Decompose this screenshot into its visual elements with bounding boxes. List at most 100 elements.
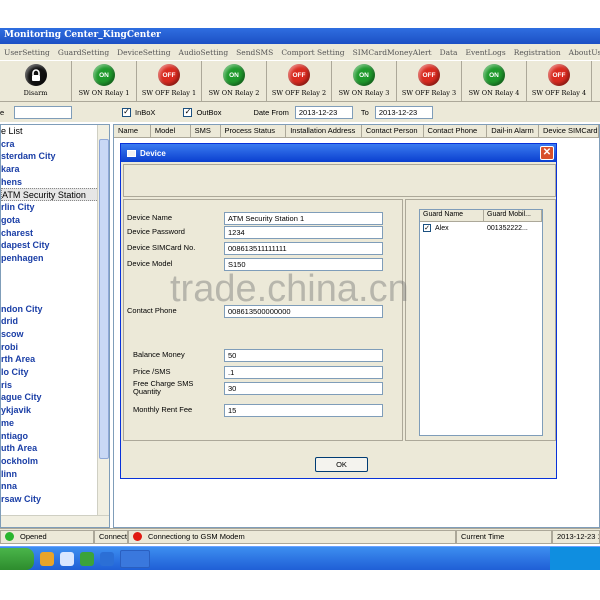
filter-prefix: e	[0, 107, 5, 117]
menu-item-5[interactable]: Comport Setting	[277, 48, 348, 57]
quicklaunch-icon-3[interactable]	[80, 551, 94, 566]
tree-horizontal-scrollbar[interactable]	[1, 515, 109, 527]
toolbar-button-2[interactable]: OFF SW OFF Relay 1	[137, 61, 202, 101]
tree-item[interactable]: sterdam City	[1, 150, 109, 163]
start-button[interactable]	[0, 547, 34, 570]
tree-item[interactable]: ndon City	[1, 303, 109, 316]
menu-item-4[interactable]: SendSMS	[232, 48, 277, 57]
field-label: Device Password	[127, 227, 185, 236]
guard-list: Guard Name Guard Mobil... ✓ Alex 0013522…	[419, 209, 543, 436]
grid-column-header[interactable]: Model	[151, 125, 191, 137]
tree-item[interactable]: nna	[1, 480, 109, 493]
grid-column-header[interactable]: SMS	[191, 125, 221, 137]
tree-item[interactable]	[1, 290, 109, 303]
field-label: Device Name	[127, 213, 173, 222]
tree-vertical-scrollbar[interactable]	[97, 125, 109, 527]
menu-item-9[interactable]: Registration	[510, 48, 565, 57]
quicklaunch-icon-1[interactable]	[40, 551, 54, 566]
status-opened-text: Opened	[20, 532, 47, 541]
taskbar-button[interactable]	[120, 549, 150, 568]
guard-name-column[interactable]: Guard Name	[420, 210, 484, 221]
grid-column-header[interactable]: Contact Person	[362, 125, 424, 137]
grid-column-header[interactable]: Dail-in Alarm	[487, 125, 539, 137]
tree-item[interactable]: linn	[1, 468, 109, 481]
tree-item[interactable]	[1, 277, 109, 290]
field-label: Balance Money	[133, 350, 185, 359]
field-input[interactable]: 15	[224, 404, 383, 417]
status-modem-text: Connectiong to GSM Modem	[148, 532, 245, 541]
tree-item[interactable]: ris	[1, 379, 109, 392]
tree-item[interactable]: uth Area	[1, 442, 109, 455]
grid-column-header[interactable]: Device SIMCard	[539, 125, 599, 137]
tree-item[interactable]: ockholm	[1, 455, 109, 468]
tree-item[interactable]: charest	[1, 227, 109, 240]
toolbar-button-6[interactable]: OFF SW OFF Relay 3	[397, 61, 462, 101]
status-modem: Connectiong to GSM Modem	[128, 529, 456, 544]
date-to-input[interactable]: 2013-12-23	[374, 105, 433, 119]
toolbar-button-8[interactable]: OFF SW OFF Relay 4	[527, 61, 592, 101]
tree-item[interactable]: ATM Security Station	[1, 188, 109, 202]
quicklaunch-icon-2[interactable]	[60, 551, 74, 566]
toolbar: Disarm ON SW ON Relay 1 OFF SW OFF Relay 1 ON…	[0, 60, 600, 102]
quicklaunch-icon-4[interactable]	[100, 551, 114, 566]
grid-column-header[interactable]: Process Status	[221, 125, 287, 137]
menu-item-1[interactable]: GuardSetting	[54, 48, 113, 57]
tree-item[interactable]: ntiago	[1, 430, 109, 443]
menu-item-6[interactable]: SIMCardMoneyAlert	[349, 48, 436, 57]
close-icon[interactable]: ✕	[540, 146, 554, 160]
toolbar-button-7[interactable]: ON SW ON Relay 4	[462, 61, 527, 101]
menu-item-0[interactable]: UserSetting	[0, 48, 54, 57]
tree-item[interactable]	[1, 265, 109, 278]
grid-column-header[interactable]: Contact Phone	[424, 125, 488, 137]
guard-mobile: 001352222...	[487, 224, 528, 232]
menu-item-10[interactable]: AboutUs	[565, 48, 600, 57]
tree-item[interactable]: ykjavik	[1, 404, 109, 417]
grid-column-header[interactable]: Name	[114, 125, 151, 137]
menu-item-2[interactable]: DeviceSetting	[113, 48, 174, 57]
filter-input[interactable]	[14, 105, 72, 119]
toolbar-button-5[interactable]: ON SW ON Relay 3	[332, 61, 397, 101]
field-input[interactable]: ATM Security Station 1	[224, 212, 383, 225]
toolbar-label-8: SW OFF Relay 4	[531, 89, 587, 97]
field-input[interactable]: 50	[224, 349, 383, 362]
guard-row[interactable]: ✓ Alex 001352222...	[420, 222, 542, 234]
guard-mobile-column[interactable]: Guard Mobil...	[484, 210, 542, 221]
grid-column-header[interactable]: Installation Address	[286, 125, 362, 137]
menu-item-8[interactable]: EventLogs	[462, 48, 510, 57]
system-tray[interactable]	[550, 546, 600, 571]
tree-item[interactable]: rth Area	[1, 353, 109, 366]
tree-item[interactable]: rsaw City	[1, 493, 109, 506]
tree-item[interactable]: me	[1, 417, 109, 430]
outbox-label: OutBox	[196, 107, 222, 117]
tree-item[interactable]: lo City	[1, 366, 109, 379]
menu-item-3[interactable]: AudioSetting	[175, 48, 233, 57]
tree-header: e List	[1, 126, 23, 136]
tree-item[interactable]: cra	[1, 138, 109, 151]
field-input[interactable]: .1	[224, 366, 383, 379]
tree-item[interactable]: hens	[1, 176, 109, 189]
toolbar-button-4[interactable]: OFF SW OFF Relay 2	[267, 61, 332, 101]
date-from-input[interactable]: 2013-12-23	[294, 105, 353, 119]
menu-item-7[interactable]: Data	[436, 48, 462, 57]
tree-item[interactable]: penhagen	[1, 252, 109, 265]
tree-item[interactable]: scow	[1, 328, 109, 341]
tree-item[interactable]: kara	[1, 163, 109, 176]
tree-item[interactable]: robi	[1, 341, 109, 354]
toolbar-button-3[interactable]: ON SW ON Relay 2	[202, 61, 267, 101]
toolbar-button-1[interactable]: ON SW ON Relay 1	[72, 61, 137, 101]
ok-button[interactable]: OK	[315, 457, 368, 472]
tree-item[interactable]: drid	[1, 315, 109, 328]
toolbar-button-0[interactable]: Disarm	[0, 61, 72, 101]
inbox-checkbox[interactable]: ✓	[122, 107, 131, 117]
outbox-checkbox[interactable]: ✓	[183, 107, 193, 117]
tree-item[interactable]: rlin City	[1, 201, 109, 214]
field-label: Price /SMS	[133, 367, 171, 376]
tree-item[interactable]: ague City	[1, 391, 109, 404]
tree-item[interactable]: dapest City	[1, 239, 109, 252]
menu-bar: UserSetting GuardSetting DeviceSetting Audi…	[0, 44, 600, 60]
field-input[interactable]: 30	[224, 382, 383, 395]
field-input[interactable]: 008613511111111	[224, 242, 383, 255]
guard-checkbox[interactable]: ✓	[423, 224, 431, 232]
tree-item[interactable]: gota	[1, 214, 109, 227]
field-input[interactable]: 1234	[224, 226, 383, 239]
